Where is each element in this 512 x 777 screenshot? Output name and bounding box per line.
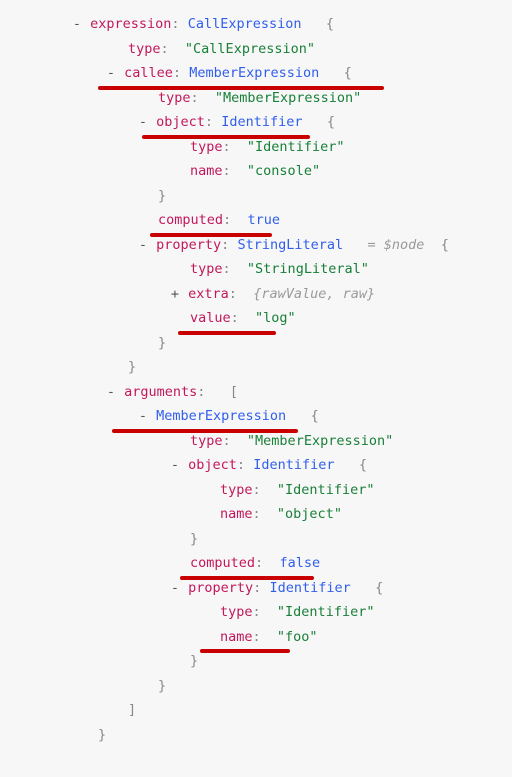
key-object: object: [156, 114, 205, 130]
prop-computed: computed: true: [12, 208, 512, 233]
expression-node[interactable]: - expression: CallExpression {: [12, 12, 512, 37]
close-brace: }: [12, 527, 512, 552]
object-node[interactable]: - object: Identifier {: [12, 110, 512, 135]
close-brace: }: [12, 674, 512, 699]
toggle-icon[interactable]: -: [138, 110, 148, 135]
key-property: property: [156, 237, 221, 253]
arguments-item[interactable]: - MemberExpression {: [12, 404, 512, 429]
key-arguments: arguments: [124, 384, 197, 400]
callee-node[interactable]: - callee: MemberExpression {: [12, 61, 512, 86]
ast-tree: - expression: CallExpression { type: "Ca…: [0, 0, 512, 777]
prop-computed: computed: false: [12, 551, 512, 576]
close-brace: }: [12, 184, 512, 209]
prop-type: type: "Identifier": [12, 600, 512, 625]
prop-type: type: "Identifier": [12, 478, 512, 503]
prop-type: type: "CallExpression": [12, 37, 512, 62]
key-object: object: [188, 457, 237, 473]
key-property: property: [188, 580, 253, 596]
type-memberexpression[interactable]: MemberExpression: [156, 408, 286, 424]
type-memberexpression[interactable]: MemberExpression: [189, 65, 319, 81]
prop-name: name: "object": [12, 502, 512, 527]
extra-node[interactable]: + extra: {rawValue, raw}: [12, 282, 512, 307]
prop-type: type: "StringLiteral": [12, 257, 512, 282]
key-expression: expression: [90, 16, 171, 32]
type-identifier[interactable]: Identifier: [221, 114, 302, 130]
toggle-icon[interactable]: -: [170, 576, 180, 601]
key-callee: callee: [124, 65, 173, 81]
toggle-icon[interactable]: -: [72, 12, 82, 37]
node-annotation: = $node: [368, 237, 425, 253]
arguments-node[interactable]: - arguments: [: [12, 380, 512, 405]
toggle-icon[interactable]: -: [106, 380, 116, 405]
object-node-2[interactable]: - object: Identifier {: [12, 453, 512, 478]
type-callexpression[interactable]: CallExpression: [188, 16, 302, 32]
close-bracket: ]: [12, 698, 512, 723]
prop-type: type: "MemberExpression": [12, 429, 512, 454]
type-stringliteral[interactable]: StringLiteral: [237, 237, 343, 253]
type-identifier[interactable]: Identifier: [253, 457, 334, 473]
toggle-plus-icon[interactable]: +: [170, 282, 180, 307]
prop-name: name: "console": [12, 159, 512, 184]
prop-value: value: "log": [12, 306, 512, 331]
property-node-2[interactable]: - property: Identifier {: [12, 576, 512, 601]
toggle-icon[interactable]: -: [170, 453, 180, 478]
property-node[interactable]: - property: StringLiteral = $node {: [12, 233, 512, 258]
close-brace: }: [12, 723, 512, 748]
toggle-icon[interactable]: -: [138, 404, 148, 429]
type-identifier[interactable]: Identifier: [269, 580, 350, 596]
toggle-icon[interactable]: -: [106, 61, 116, 86]
close-brace: }: [12, 331, 512, 356]
prop-name: name: "foo": [12, 625, 512, 650]
key-extra: extra: [188, 286, 229, 302]
extra-summary: {rawValue, raw}: [253, 286, 375, 302]
toggle-icon[interactable]: -: [138, 233, 148, 258]
prop-type: type: "MemberExpression": [12, 86, 512, 111]
close-brace: }: [12, 649, 512, 674]
prop-type: type: "Identifier": [12, 135, 512, 160]
close-brace: }: [12, 355, 512, 380]
